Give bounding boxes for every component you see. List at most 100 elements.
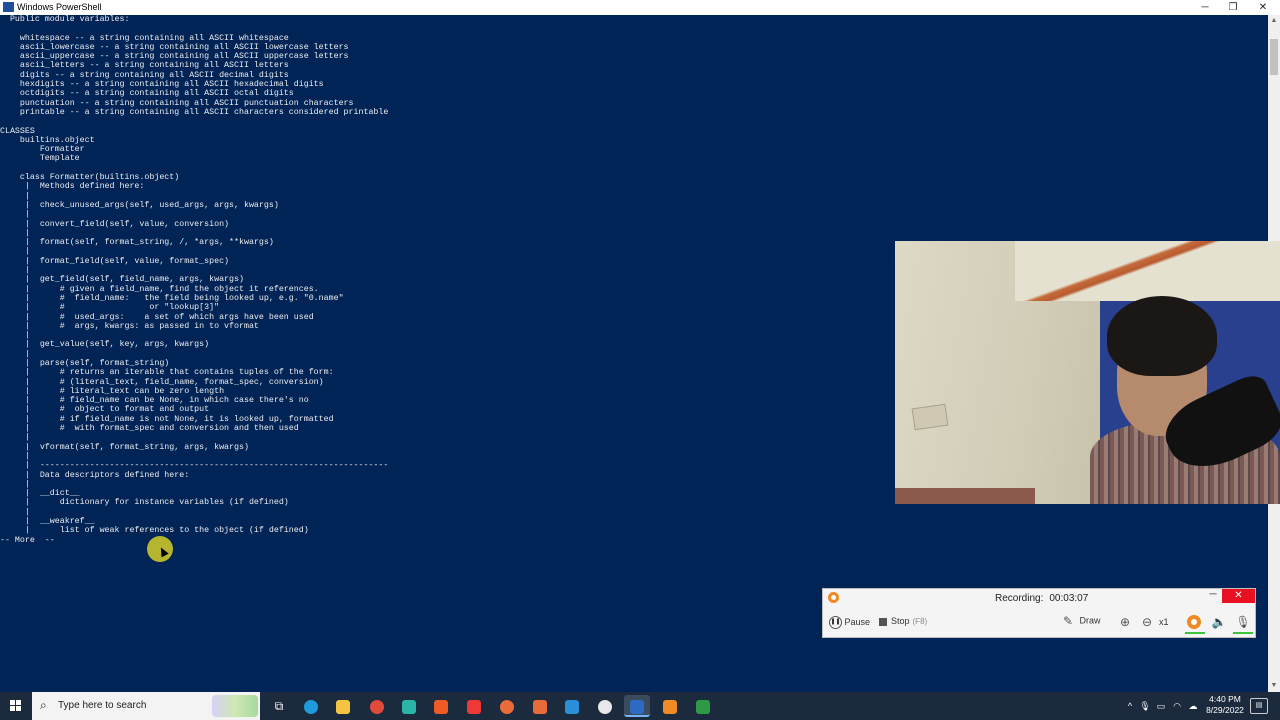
search-placeholder: Type here to search — [58, 700, 147, 711]
console-line: | — [0, 191, 30, 201]
console-line: | __weakref__ — [0, 517, 95, 527]
window-title: Windows PowerShell — [17, 2, 102, 12]
edge-icon-glyph — [304, 699, 318, 714]
windows-logo-icon-part — [16, 706, 21, 711]
console-line: -- More -- — [0, 535, 55, 545]
webcam-person-hair — [1107, 296, 1217, 376]
vivaldi-icon-glyph — [467, 699, 481, 714]
pause-icon: ❚❚ — [829, 616, 842, 629]
tray-overflow-chevron-icon[interactable]: ^ — [1124, 692, 1136, 720]
app-grid-icon-glyph — [533, 699, 547, 714]
pause-button[interactable]: ❚❚ Pause — [829, 616, 870, 629]
console-line: | convert_field(self, value, conversion) — [0, 219, 230, 229]
webcam-furniture — [895, 488, 1035, 504]
recording-elapsed-time: 00:03:07 — [1049, 593, 1089, 604]
tray-cloud-icon[interactable]: ☁ — [1186, 692, 1200, 720]
webcam-wall-switch — [911, 403, 949, 431]
console-line: whitespace -- a string containing all AS… — [0, 33, 289, 43]
edge-icon[interactable] — [298, 695, 324, 717]
tray-wifi-icon[interactable]: ◠ — [1170, 692, 1184, 720]
recorder-panel: Recording: 00:03:07 ─ ✕ ❚❚ Pause Stop (F8)… — [822, 588, 1256, 638]
app-arrow-icon[interactable] — [396, 695, 422, 717]
search-highlight-graphic — [212, 695, 258, 717]
file-explorer-icon[interactable] — [330, 695, 356, 717]
webcam-active-indicator — [1185, 632, 1205, 634]
chrome-profile-icon-glyph — [500, 699, 514, 714]
pen-icon: ✎ — [1063, 614, 1074, 628]
vivaldi-icon[interactable] — [461, 695, 487, 717]
speaker-icon[interactable]: 🔈 — [1211, 614, 1227, 630]
console-line: ascii_lowercase -- a string containing a… — [0, 42, 349, 52]
brave-icon-glyph — [434, 699, 448, 714]
taskbar: ⌕ Type here to search ⧉ ^ 🎙 ▭ ◠ ☁ 4:40 P… — [0, 692, 1280, 720]
webcam-toggle-icon[interactable] — [1187, 615, 1201, 629]
chrome-profile-icon[interactable] — [494, 695, 520, 717]
taskbar-clock[interactable]: 4:40 PM 8/29/2022 — [1202, 694, 1248, 716]
chrome-icon[interactable] — [364, 695, 390, 717]
window-titlebar: Windows PowerShell ─ ❐ ✕ — [0, 0, 1280, 15]
app-grid-icon[interactable] — [527, 695, 553, 717]
console-line: | list of weak references to the object … — [0, 526, 309, 536]
recording-status-label: Recording: — [995, 593, 1044, 604]
stop-label: Stop — [891, 616, 910, 626]
notification-center-icon[interactable]: ▤ — [1250, 698, 1268, 714]
vscode-icon[interactable] — [559, 695, 585, 717]
powershell-icon[interactable] — [624, 695, 650, 717]
powershell-window-icon — [3, 2, 14, 12]
console-line: class Formatter(builtins.object) — [0, 173, 180, 183]
recorder-app-icon-glyph — [663, 699, 677, 714]
excel-like-icon-glyph — [696, 699, 710, 714]
stop-icon — [879, 617, 887, 626]
obs-icon[interactable] — [592, 695, 618, 717]
console-line: | — [0, 228, 30, 238]
console-line: hexdigits -- a string containing all ASC… — [0, 80, 324, 90]
console-line: | — [0, 507, 30, 517]
zoom-out-icon[interactable]: ⊖ — [1139, 614, 1155, 630]
webcam-overlay — [895, 241, 1280, 504]
recorder-close-button[interactable]: ✕ — [1222, 589, 1255, 603]
mouse-pointer-icon — [157, 545, 169, 558]
clock-time: 4:40 PM — [1209, 694, 1241, 704]
minimize-button[interactable]: ─ — [1190, 0, 1220, 15]
powershell-icon-glyph — [630, 699, 644, 714]
console-line: CLASSES — [0, 126, 35, 136]
tray-battery-icon[interactable]: ▭ — [1154, 692, 1168, 720]
taskbar-search-box[interactable]: ⌕ Type here to search — [32, 692, 260, 720]
draw-button[interactable]: ✎ Draw — [1063, 615, 1101, 627]
excel-like-icon[interactable] — [690, 695, 716, 717]
windows-logo-icon-part — [10, 706, 15, 711]
scrollbar-thumb[interactable] — [1270, 39, 1278, 75]
console-line: ascii_letters -- a string containing all… — [0, 61, 289, 71]
scroll-down-arrow-icon[interactable]: ▼ — [1268, 680, 1280, 692]
recorder-app-icon[interactable] — [657, 695, 683, 717]
console-line: Template — [0, 154, 80, 164]
brave-icon[interactable] — [428, 695, 454, 717]
console-line: digits -- a string containing all ASCII … — [0, 70, 289, 80]
console-line: Formatter — [0, 145, 85, 155]
console-line: builtins.object — [0, 135, 95, 145]
file-explorer-icon-glyph — [336, 699, 350, 714]
maximize-button[interactable]: ❐ — [1218, 0, 1248, 15]
clock-date: 8/29/2022 — [1206, 705, 1244, 715]
task-view-icon[interactable]: ⧉ — [266, 695, 292, 717]
close-button[interactable]: ✕ — [1248, 0, 1278, 15]
tray-microphone-icon[interactable]: 🎙 — [1139, 692, 1151, 720]
obs-icon-glyph — [598, 699, 612, 714]
chrome-icon-glyph — [370, 699, 384, 714]
draw-label: Draw — [1079, 615, 1101, 626]
recorder-toolbar: ❚❚ Pause Stop (F8) ✎ Draw ⊕ ⊖ x1 🔈 🎙 — [823, 613, 1255, 635]
recorder-minimize-button[interactable]: ─ — [1207, 589, 1219, 603]
console-line: | check_unused_args(self, used_args, arg… — [0, 200, 279, 210]
microphone-icon[interactable]: 🎙 — [1235, 614, 1251, 630]
start-button[interactable] — [0, 692, 32, 720]
recorder-logo-icon — [828, 592, 839, 603]
console-line: | — [0, 210, 30, 220]
console-line: octdigits -- a string containing all ASC… — [0, 89, 294, 99]
app-arrow-icon-glyph — [402, 699, 416, 714]
stop-button[interactable]: Stop (F8) — [879, 616, 927, 626]
windows-logo-icon — [10, 700, 15, 705]
zoom-in-icon[interactable]: ⊕ — [1117, 614, 1133, 630]
scroll-up-arrow-icon[interactable]: ▲ — [1268, 15, 1280, 27]
